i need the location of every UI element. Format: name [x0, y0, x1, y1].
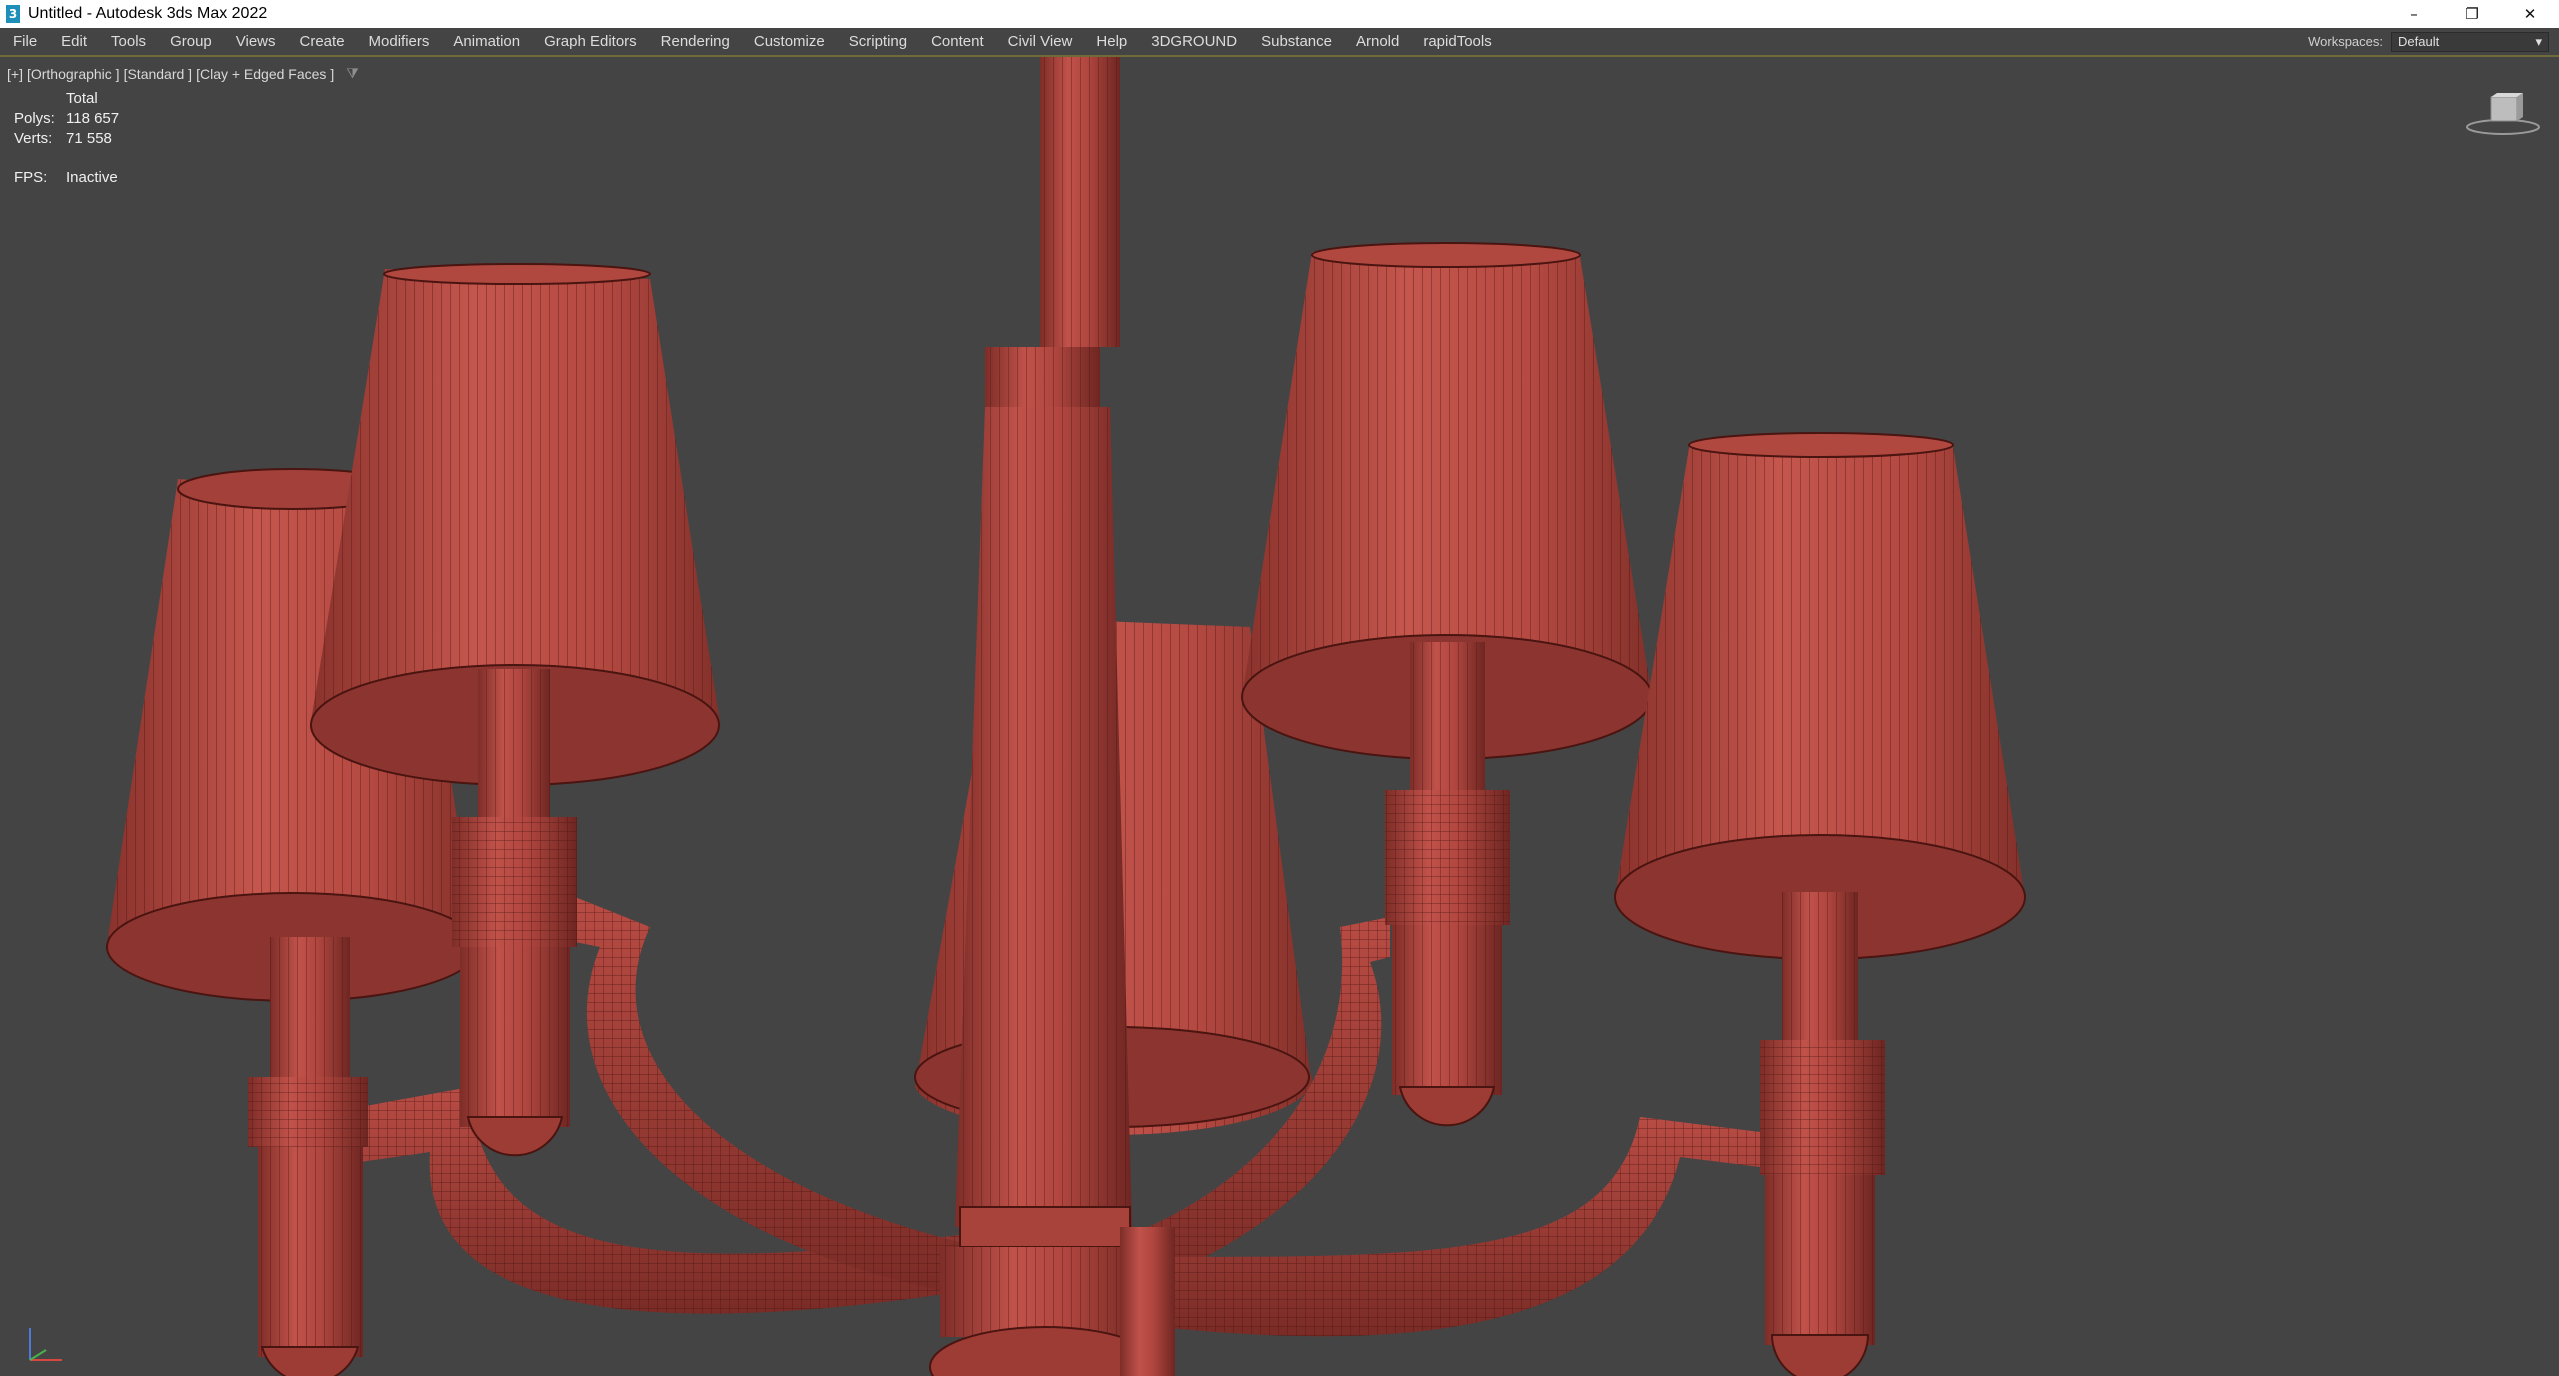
menu-substance[interactable]: Substance	[1249, 33, 1344, 50]
filter-icon[interactable]: ⧩	[346, 65, 359, 82]
menu-edit[interactable]: Edit	[49, 33, 99, 50]
workspaces-selector: Workspaces: Default ▾	[2308, 28, 2559, 55]
stats-header: Total	[66, 90, 98, 107]
menu-tools[interactable]: Tools	[99, 33, 158, 50]
candle-holder-right	[1760, 892, 1885, 1376]
menu-help[interactable]: Help	[1084, 33, 1139, 50]
viewport-pov-menu[interactable]: [Orthographic ]	[27, 66, 120, 82]
menu-arnold[interactable]: Arnold	[1344, 33, 1411, 50]
polys-label: Polys:	[14, 110, 55, 127]
workspaces-label: Workspaces:	[2308, 34, 2383, 49]
menu-graph-editors[interactable]: Graph Editors	[532, 33, 649, 50]
workspace-value: Default	[2398, 34, 2440, 49]
window-title: Untitled - Autodesk 3ds Max 2022	[28, 5, 268, 22]
menu-modifiers[interactable]: Modifiers	[357, 33, 442, 50]
verts-value: 71 558	[66, 130, 112, 147]
menu-group[interactable]: Group	[158, 33, 224, 50]
viewport-general-menu[interactable]: [+]	[7, 66, 23, 82]
title-bar: 3 Untitled - Autodesk 3ds Max 2022 – ❐ ✕	[0, 0, 2559, 28]
menu-customize[interactable]: Customize	[742, 33, 837, 50]
chevron-down-icon: ▾	[2535, 33, 2542, 49]
viewcube-icon[interactable]	[2463, 91, 2543, 139]
viewport-style-menu[interactable]: [Clay + Edged Faces ]	[196, 66, 334, 82]
minimize-button[interactable]: –	[2385, 0, 2443, 28]
menu-bar: File Edit Tools Group Views Create Modif…	[0, 28, 2559, 57]
fps-value: Inactive	[66, 169, 118, 186]
workspace-dropdown[interactable]: Default ▾	[2391, 31, 2549, 52]
polys-value: 118 657	[66, 110, 120, 127]
window-controls: – ❐ ✕	[2385, 0, 2559, 28]
perspective-viewport[interactable]: [+] [Orthographic ] [Standard ] [Clay + …	[0, 57, 2559, 1376]
menu-rendering[interactable]: Rendering	[649, 33, 742, 50]
viewport-label-menu: [+] [Orthographic ] [Standard ] [Clay + …	[7, 65, 359, 82]
viewport-shading-menu[interactable]: [Standard ]	[124, 66, 193, 82]
menu-create[interactable]: Create	[288, 33, 357, 50]
menu-3dground[interactable]: 3DGROUND	[1139, 33, 1249, 50]
menu-file[interactable]: File	[0, 33, 49, 50]
menu-civil-view[interactable]: Civil View	[996, 33, 1085, 50]
menu-rapidtools[interactable]: rapidTools	[1411, 33, 1503, 50]
fps-label: FPS:	[14, 169, 48, 186]
menu-content[interactable]: Content	[919, 33, 996, 50]
candle-holder-back-left	[248, 937, 368, 1376]
verts-label: Verts:	[14, 130, 53, 147]
lamp-shade-right	[1614, 432, 2026, 960]
menu-scripting[interactable]: Scripting	[837, 33, 919, 50]
axis-tripod-icon	[29, 1328, 62, 1361]
statistics-overlay: Total Polys: 118 657 Verts: 71 558 FPS: Ina…	[14, 89, 119, 188]
menu-animation[interactable]: Animation	[441, 33, 532, 50]
menu-views[interactable]: Views	[224, 33, 288, 50]
chandelier-model[interactable]	[0, 57, 2559, 1376]
3ds-max-app-icon[interactable]: 3	[6, 5, 20, 23]
restore-button[interactable]: ❐	[2443, 0, 2501, 28]
close-button[interactable]: ✕	[2501, 0, 2559, 28]
